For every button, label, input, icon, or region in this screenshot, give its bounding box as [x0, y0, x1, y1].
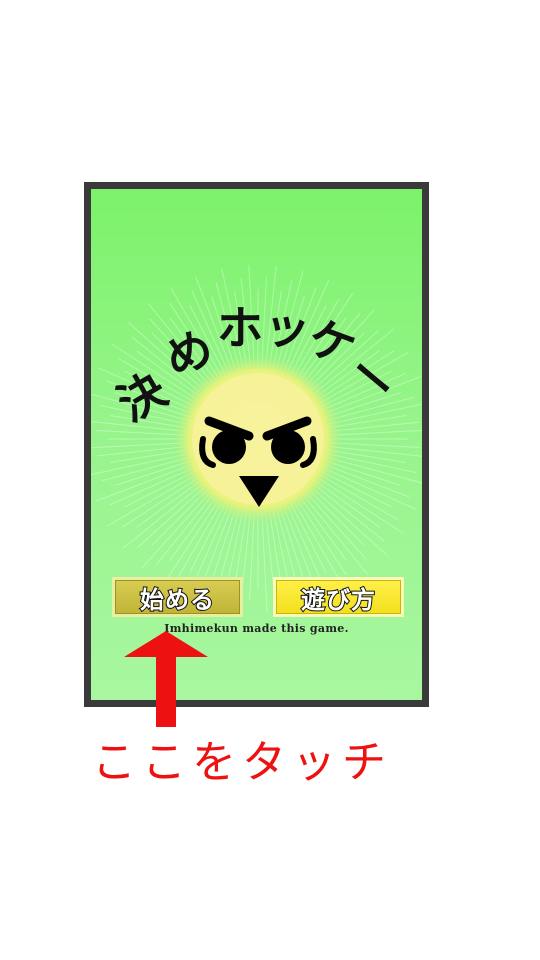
title-char: 決: [109, 362, 176, 432]
up-arrow-icon: [124, 631, 208, 727]
start-button-label: 始める: [139, 585, 215, 615]
start-button[interactable]: 始める: [112, 577, 243, 617]
how-to-play-button[interactable]: 遊び方: [273, 577, 404, 617]
screen: 決めホッケー 始める 遊び方 Imhimekun made this game.…: [0, 0, 540, 960]
title-char: ホ: [217, 301, 263, 355]
how-to-play-button-label: 遊び方: [300, 585, 376, 615]
touch-here-hint: ここをタッチ: [92, 737, 392, 788]
